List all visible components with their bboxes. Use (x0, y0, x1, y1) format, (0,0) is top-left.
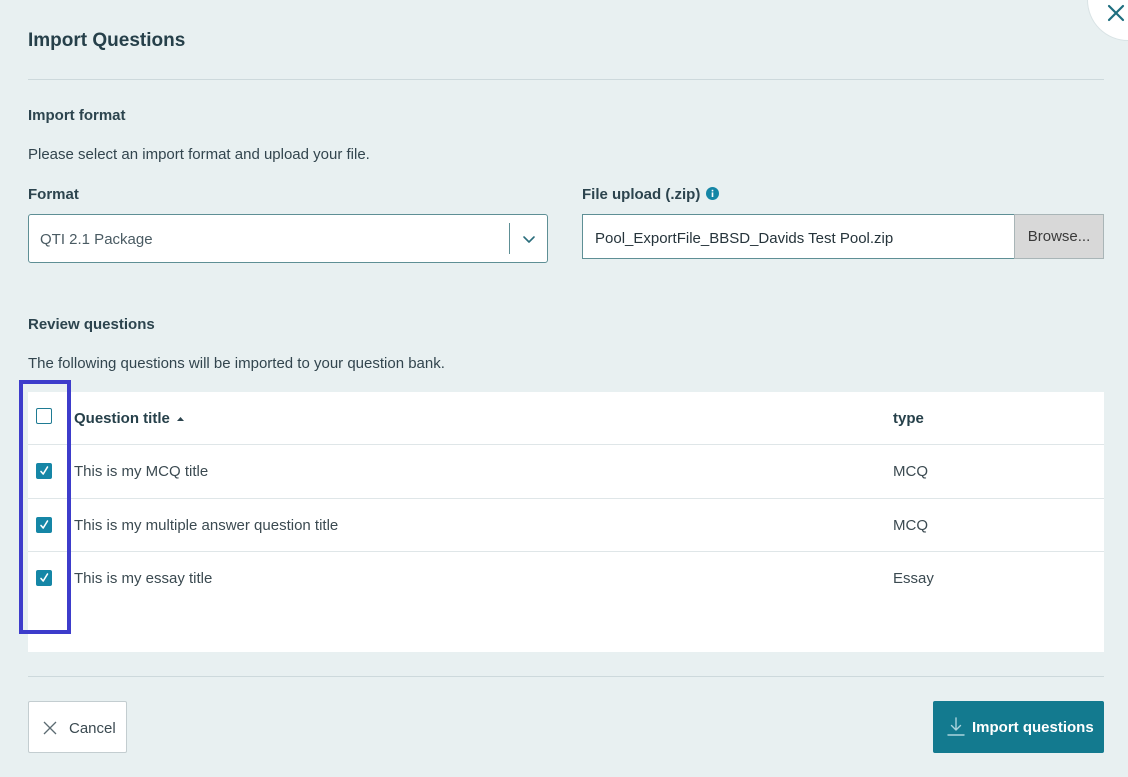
close-button[interactable] (1104, 2, 1128, 26)
cancel-button[interactable]: Cancel (28, 701, 127, 753)
cancel-button-label: Cancel (69, 720, 116, 737)
format-label: Format (28, 186, 79, 203)
format-select[interactable]: QTI 2.1 Package (28, 214, 548, 263)
row-title: This is my multiple answer question titl… (74, 517, 339, 534)
review-questions-description: The following questions will be imported… (28, 355, 445, 372)
file-upload-value: Pool_ExportFile_BBSD_Davids Test Pool.zi… (595, 230, 894, 247)
review-questions-heading: Review questions (28, 316, 155, 333)
browse-button[interactable]: Browse... (1014, 214, 1104, 259)
row-divider (28, 444, 1104, 445)
column-header-type[interactable]: type (893, 410, 924, 427)
row-type: MCQ (893, 463, 928, 480)
file-upload-label-text: File upload (.zip) (582, 186, 701, 203)
row-type: Essay (893, 570, 934, 587)
checkmark-icon (40, 573, 49, 582)
close-icon (43, 721, 57, 735)
file-upload-label: File upload (.zip) (582, 186, 719, 203)
row-type: MCQ (893, 517, 928, 534)
row-divider (28, 498, 1104, 499)
column-header-question-title-label: Question title (74, 410, 170, 427)
select-all-checkbox[interactable] (36, 408, 52, 424)
format-select-value: QTI 2.1 Package (40, 231, 153, 248)
info-icon[interactable] (705, 187, 719, 200)
dialog-title: Import Questions (28, 30, 186, 51)
row-divider (28, 551, 1104, 552)
row-title: This is my MCQ title (74, 463, 209, 480)
chevron-down-icon (523, 236, 535, 243)
row-checkbox[interactable] (36, 463, 52, 479)
column-header-question-title[interactable]: Question title (74, 410, 185, 427)
import-questions-button[interactable]: Import questions (933, 701, 1104, 753)
checkmark-icon (40, 466, 49, 475)
import-questions-button-label: Import questions (972, 719, 1094, 736)
select-separator (509, 223, 510, 254)
footer-divider (28, 676, 1104, 677)
header-divider (28, 79, 1104, 80)
row-checkbox[interactable] (36, 517, 52, 533)
row-checkbox[interactable] (36, 570, 52, 586)
import-format-description: Please select an import format and uploa… (28, 146, 370, 163)
sort-up-icon (177, 417, 185, 421)
questions-table: Question title type This is my MCQ title… (28, 392, 1104, 652)
import-format-heading: Import format (28, 107, 126, 124)
row-title: This is my essay title (74, 570, 213, 587)
checkmark-icon (40, 520, 49, 529)
download-icon (947, 717, 965, 736)
close-icon (1107, 4, 1125, 22)
file-upload-input[interactable]: Pool_ExportFile_BBSD_Davids Test Pool.zi… (582, 214, 1015, 259)
